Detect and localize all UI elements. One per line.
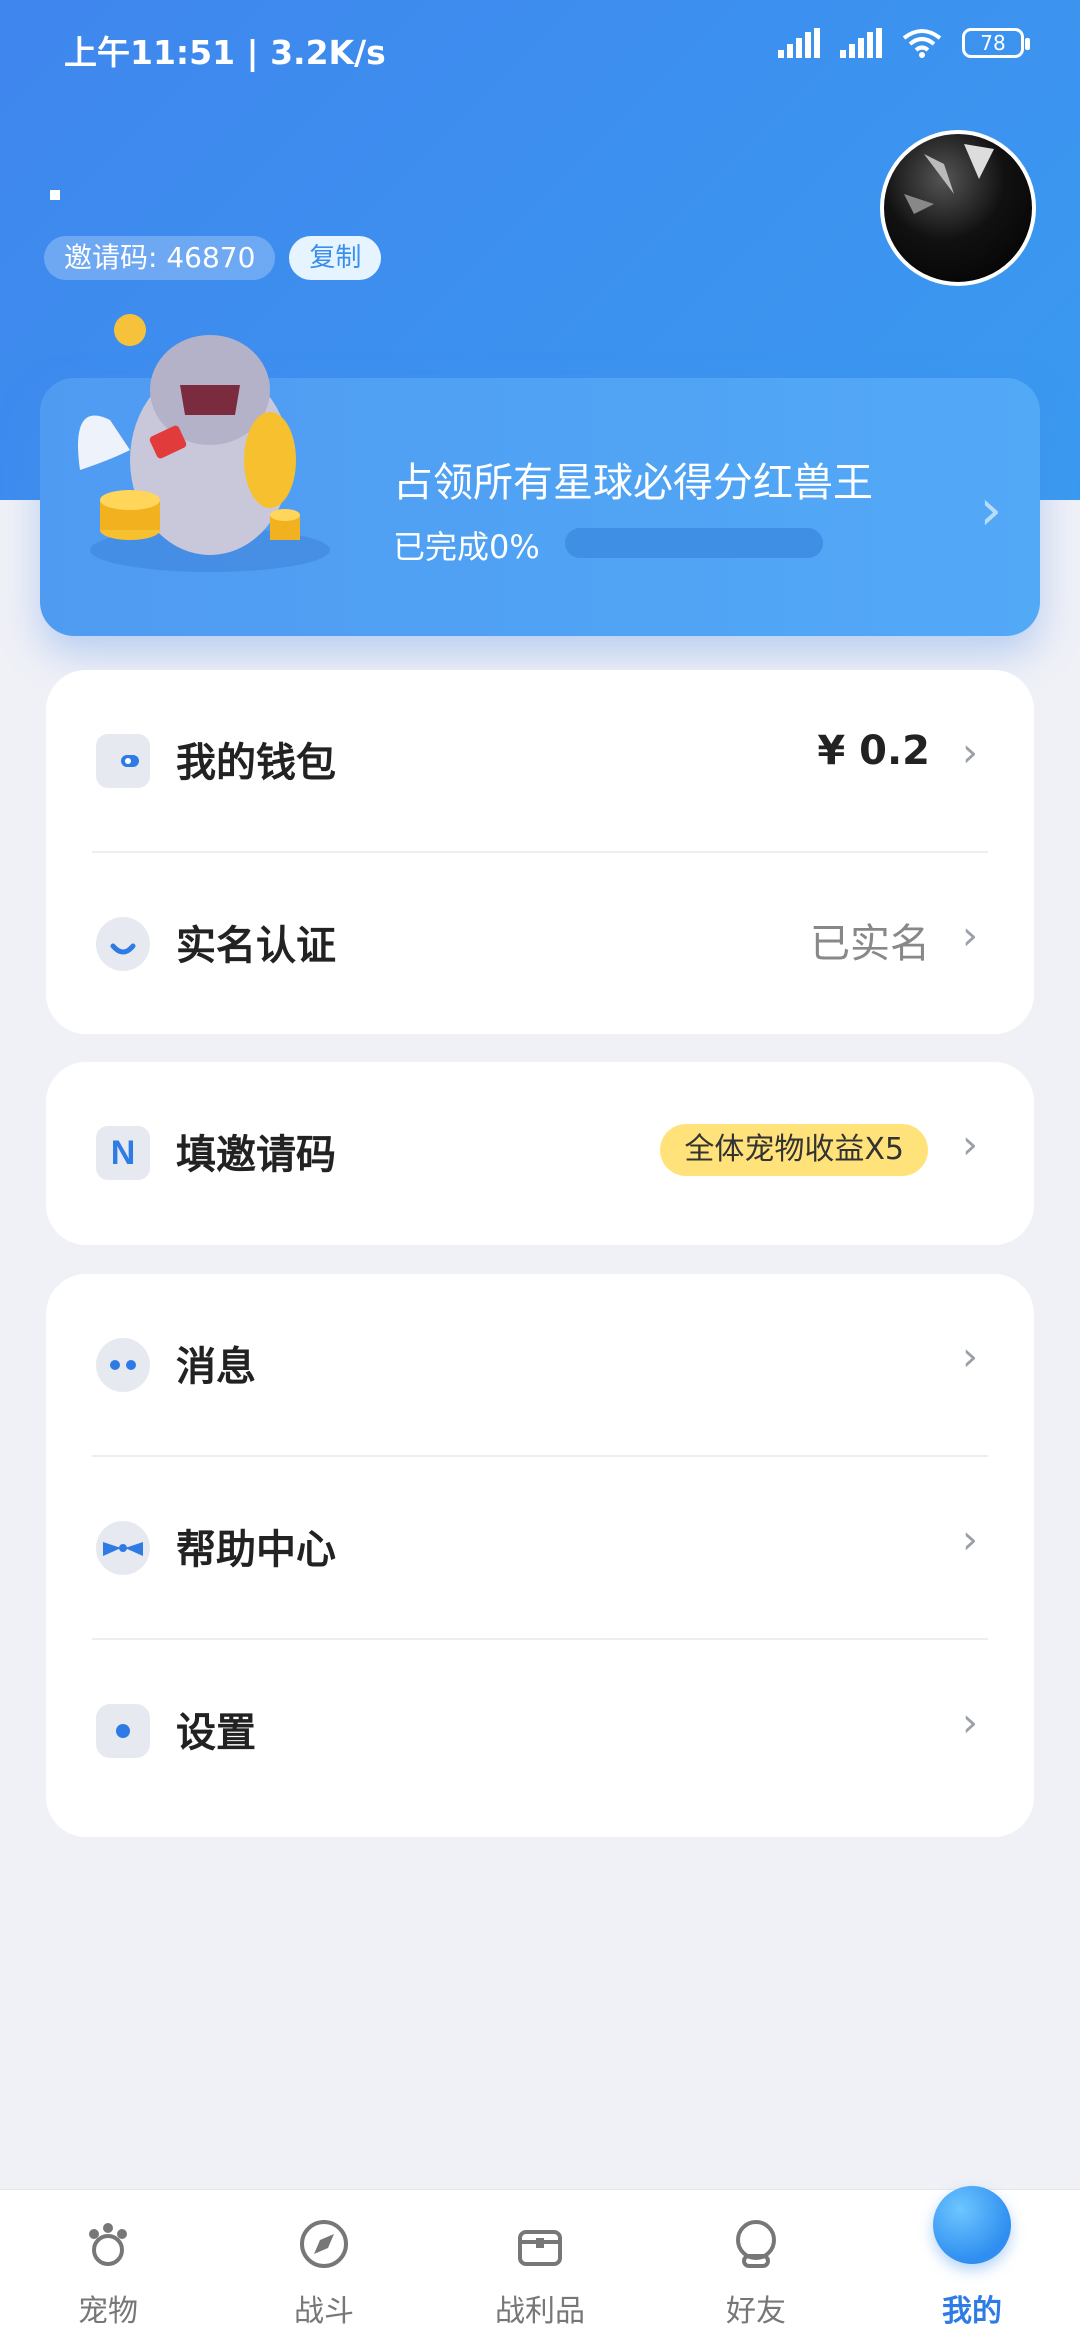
tab-label: 战斗	[294, 2294, 354, 2329]
messages-row[interactable]: 消息 ›	[46, 1274, 1034, 1457]
chevron-right-icon: ›	[962, 730, 978, 776]
wallet-balance: ¥ 0.2	[817, 728, 930, 774]
treasure-chest-icon	[518, 2230, 562, 2266]
messages-label: 消息	[176, 1344, 256, 1390]
tab-pets[interactable]: 宠物	[0, 2190, 216, 2340]
help-label: 帮助中心	[176, 1527, 336, 1573]
help-icon	[96, 1521, 150, 1575]
realname-row[interactable]: 实名认证 已实名 ›	[46, 853, 1034, 1036]
misc-card: 消息 › 帮助中心 › 设置 ›	[46, 1274, 1034, 1837]
astronaut-icon	[736, 2220, 776, 2268]
copy-button[interactable]: 复制	[289, 236, 382, 280]
realname-status: 已实名	[810, 921, 930, 967]
banner-title: 占领所有星球必得分红兽王	[393, 460, 873, 506]
invite-code-row-item[interactable]: N 填邀请码 全体宠物收益X5 ›	[46, 1062, 1034, 1245]
paw-icon	[89, 2223, 127, 2266]
status-time: 上午11:51 | 3.2K/s	[64, 33, 386, 72]
account-card: 我的钱包 ¥ 0.2 › 实名认证 已实名 ›	[46, 670, 1034, 1034]
invite-code: 邀请码: 46870	[44, 236, 276, 280]
chevron-right-icon: ›	[979, 478, 1002, 543]
banner-progress-bar	[565, 528, 823, 558]
chevron-right-icon: ›	[962, 1700, 978, 1746]
tab-label: 好友	[726, 2294, 786, 2329]
settings-row[interactable]: 设置 ›	[46, 1640, 1034, 1823]
message-icon	[96, 1338, 150, 1392]
smile-icon	[96, 917, 150, 971]
tab-label: 战利品	[495, 2294, 585, 2329]
avatar-image	[904, 144, 994, 214]
bottom-tab-bar: 宠物 战斗 战利品 好友 我的	[0, 2186, 1080, 2340]
signal-hd-icon	[840, 28, 882, 58]
settings-label: 设置	[176, 1710, 256, 1756]
wifi-icon	[902, 29, 942, 58]
gear-icon	[96, 1704, 150, 1758]
tab-label: 宠物	[78, 2294, 138, 2329]
bonus-badge: 全体宠物收益X5	[660, 1124, 928, 1176]
banner-progress-label: 已完成0%	[393, 528, 540, 566]
wallet-label: 我的钱包	[176, 740, 336, 786]
help-row[interactable]: 帮助中心 ›	[46, 1457, 1034, 1640]
tab-me[interactable]: 我的	[864, 2186, 1080, 2340]
invite-card: N 填邀请码 全体宠物收益X5 ›	[46, 1062, 1034, 1245]
tab-label: 我的	[942, 2294, 1002, 2329]
tab-loot[interactable]: 战利品	[432, 2190, 648, 2340]
status-icons: 78	[778, 28, 1030, 58]
n-icon: N	[96, 1126, 150, 1180]
wallet-row[interactable]: 我的钱包 ¥ 0.2 ›	[46, 670, 1034, 853]
invite-code-row: 邀请码: 46870 复制	[44, 236, 382, 280]
tab-battle[interactable]: 战斗	[216, 2190, 432, 2340]
invite-code-label: 填邀请码	[176, 1132, 336, 1178]
chevron-right-icon: ›	[962, 913, 978, 959]
me-mascot-icon	[933, 2186, 1011, 2264]
chevron-right-icon: ›	[962, 1122, 978, 1168]
chevron-right-icon: ›	[962, 1334, 978, 1380]
avatar[interactable]	[880, 130, 1036, 286]
realname-label: 实名认证	[176, 923, 336, 969]
wallet-icon	[96, 734, 150, 788]
signal-icon	[778, 28, 820, 58]
username	[50, 190, 60, 200]
chevron-right-icon: ›	[962, 1517, 978, 1563]
status-bar: 上午11:51 | 3.2K/s 78	[0, 0, 1080, 96]
battery-icon: 78	[962, 28, 1030, 58]
mascot-image	[78, 314, 330, 572]
compass-icon	[300, 2220, 348, 2268]
tab-friends[interactable]: 好友	[648, 2190, 864, 2340]
